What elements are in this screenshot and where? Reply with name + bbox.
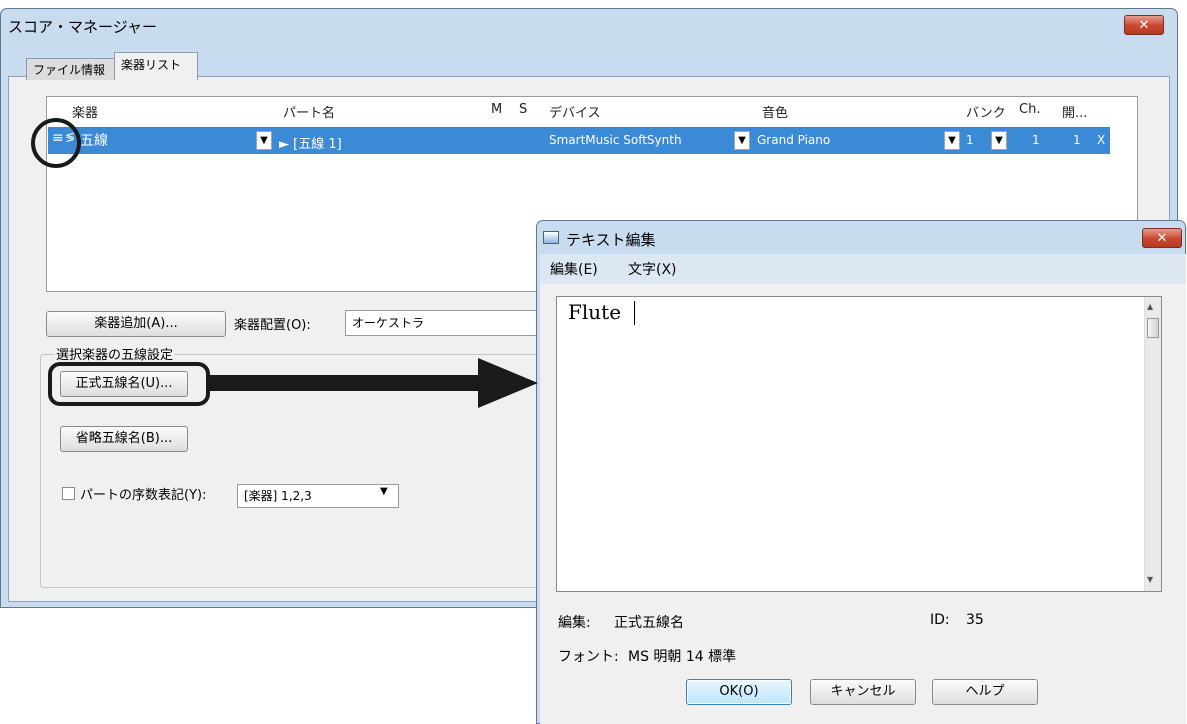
- annotation-circle: [31, 118, 81, 168]
- device-dropdown-arrow-icon[interactable]: ▼: [734, 131, 750, 150]
- annotation-arrow-shaft: [210, 375, 490, 391]
- annotation-rectangle: [48, 362, 210, 406]
- ordinal-select[interactable]: [楽器] 1,2,3: [237, 484, 399, 508]
- scroll-down-arrow-icon[interactable]: ▼: [1147, 575, 1153, 584]
- cell-extra[interactable]: X: [1097, 133, 1105, 147]
- window-app-icon: [543, 231, 559, 244]
- column-header-mute[interactable]: M: [491, 102, 502, 117]
- cell-tone[interactable]: Grand Piano: [757, 133, 830, 147]
- layout-label: 楽器配置(O):: [234, 318, 311, 333]
- annotation-arrow-head: [478, 358, 538, 408]
- column-header-solo[interactable]: S: [519, 102, 527, 117]
- column-header-device[interactable]: デバイス: [549, 102, 601, 121]
- scrollbar-thumb[interactable]: [1147, 318, 1159, 338]
- font-label: フォント:: [558, 649, 619, 665]
- cancel-button[interactable]: キャンセル: [810, 679, 916, 705]
- menu-edit[interactable]: 編集(E): [550, 259, 598, 279]
- column-header-bank[interactable]: バンク: [966, 102, 1006, 121]
- column-header-open[interactable]: 開...: [1062, 102, 1087, 121]
- cell-bank[interactable]: 1: [966, 133, 974, 147]
- edit-target-value: 正式五線名: [614, 615, 684, 631]
- text-caret: [634, 301, 635, 325]
- cell-open[interactable]: 1: [1073, 133, 1081, 147]
- abbreviated-staff-name-button[interactable]: 省略五線名(B)...: [60, 426, 188, 452]
- ok-button[interactable]: OK(O): [686, 679, 792, 705]
- id-value: 35: [966, 612, 984, 628]
- tab-file-info[interactable]: ファイル情報: [26, 58, 116, 80]
- close-button[interactable]: ✕: [1124, 15, 1164, 35]
- menu-text[interactable]: 文字(X): [628, 259, 677, 279]
- column-header-tone[interactable]: 音色: [762, 102, 788, 121]
- cell-part-name[interactable]: ► [五線 1]: [279, 133, 342, 152]
- staff-settings-group-title: 選択楽器の五線設定: [54, 344, 176, 363]
- cell-channel[interactable]: 1: [1032, 133, 1040, 147]
- window-title: スコア・マネージャー: [8, 18, 157, 36]
- scroll-up-arrow-icon[interactable]: ▲: [1147, 302, 1153, 311]
- column-header-instrument[interactable]: 楽器: [72, 102, 98, 121]
- dialog-close-button[interactable]: ✕: [1142, 228, 1182, 248]
- instrument-dropdown-arrow-icon[interactable]: ▼: [256, 131, 272, 150]
- ordinal-checkbox[interactable]: [62, 487, 75, 500]
- layout-select[interactable]: オーケストラ: [345, 310, 545, 336]
- help-button[interactable]: ヘルプ: [932, 679, 1038, 705]
- ordinal-checkbox-label: パートの序数表記(Y):: [80, 488, 207, 503]
- column-header-channel[interactable]: Ch.: [1019, 102, 1040, 117]
- editor-vertical-scrollbar[interactable]: [1144, 297, 1161, 591]
- bank-dropdown-arrow-icon[interactable]: ▼: [991, 131, 1007, 150]
- text-editor-area[interactable]: [556, 296, 1162, 592]
- edit-target-label: 編集:: [558, 615, 591, 631]
- cell-instrument[interactable]: 五線: [80, 130, 108, 150]
- cell-device[interactable]: SmartMusic SoftSynth: [549, 133, 682, 147]
- font-value: MS 明朝 14 標準: [628, 649, 737, 665]
- tone-dropdown-arrow-icon[interactable]: ▼: [944, 131, 960, 150]
- dialog-title: テキスト編集: [566, 231, 656, 249]
- ordinal-dropdown-arrow-icon[interactable]: ▼: [380, 486, 388, 497]
- id-label: ID:: [930, 612, 950, 628]
- tab-instrument-list[interactable]: 楽器リスト: [114, 52, 198, 80]
- add-instrument-button[interactable]: 楽器追加(A)...: [46, 311, 226, 337]
- column-header-part-name[interactable]: パート名: [283, 102, 335, 121]
- editor-content[interactable]: Flute: [568, 300, 621, 324]
